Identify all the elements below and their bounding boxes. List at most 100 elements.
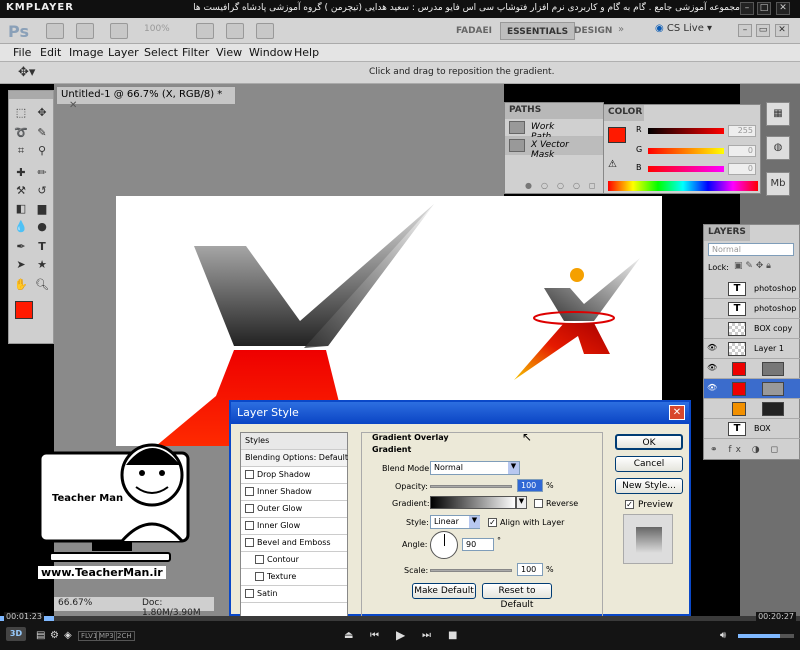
scale-slider[interactable]: [430, 569, 512, 572]
style-contour[interactable]: Contour: [241, 552, 347, 569]
more-workspaces-icon[interactable]: »: [618, 24, 624, 35]
menu-view[interactable]: View: [216, 46, 242, 59]
eye-icon[interactable]: 👁︎: [707, 383, 717, 393]
dropdown-arrow-icon[interactable]: ▼: [508, 462, 519, 474]
lasso-tool-icon[interactable]: ➰: [12, 125, 30, 141]
document-tab[interactable]: Untitled-1 @ 66.7% (X, RGB/8) * ✕: [56, 86, 236, 111]
move-tool-icon[interactable]: ✥▾: [18, 65, 35, 80]
zoom-tool-icon[interactable]: 🔍︎: [33, 277, 51, 293]
styles-header[interactable]: Styles: [241, 433, 347, 450]
ps-minimize-icon[interactable]: –: [738, 24, 752, 37]
document-close-icon[interactable]: ✕: [69, 100, 77, 111]
gradient-dropdown-icon[interactable]: ▼: [516, 496, 527, 509]
blending-options[interactable]: Blending Options: Default: [241, 450, 348, 467]
layer-row[interactable]: 👁︎ Layer 1: [704, 339, 800, 359]
dodge-tool-icon[interactable]: ●: [33, 219, 51, 235]
checkbox[interactable]: [245, 538, 254, 547]
style-bevel-emboss[interactable]: Bevel and Emboss: [241, 535, 347, 552]
path-x-vector-mask[interactable]: X Vector Mask: [505, 137, 603, 160]
stop-icon[interactable]: ■: [448, 630, 457, 641]
minimize-icon[interactable]: –: [740, 2, 754, 15]
menu-help[interactable]: Help: [294, 46, 319, 59]
bridge-icon[interactable]: [46, 23, 64, 39]
dock-3d-icon[interactable]: ◍: [766, 136, 790, 160]
layer-row[interactable]: BOX copy: [704, 319, 800, 339]
eyedropper-tool-icon[interactable]: ⚲: [33, 143, 51, 159]
healing-brush-icon[interactable]: ✚: [12, 165, 30, 181]
channel-g-slider[interactable]: [648, 148, 724, 154]
ps-close-icon[interactable]: ✕: [775, 24, 789, 37]
close-icon[interactable]: ✕: [776, 2, 790, 15]
style-satin[interactable]: Satin: [241, 586, 347, 603]
new-style-button[interactable]: New Style...: [615, 478, 683, 494]
path-work-path[interactable]: Work Path: [505, 119, 603, 142]
cs-live-button[interactable]: ◉ CS Live ▾: [655, 23, 712, 34]
style-texture[interactable]: Texture: [241, 569, 347, 586]
eject-icon[interactable]: ⏏: [344, 630, 353, 641]
tools-panel-grip[interactable]: [9, 91, 53, 99]
eraser-tool-icon[interactable]: ◧: [12, 201, 30, 217]
layer-row[interactable]: T photoshop: [704, 279, 800, 299]
preview-checkbox[interactable]: ✓: [625, 500, 634, 509]
channel-b-slider[interactable]: [648, 166, 724, 172]
checkbox[interactable]: [245, 470, 254, 479]
quick-select-tool-icon[interactable]: ✎: [33, 125, 51, 141]
channel-g-value[interactable]: 0: [728, 145, 756, 157]
ps-restore-icon[interactable]: ▭: [756, 24, 770, 37]
reset-default-button[interactable]: Reset to Default: [482, 583, 552, 610]
checkbox[interactable]: [245, 589, 254, 598]
move-tool-small-icon[interactable]: ✥: [33, 105, 51, 121]
checkbox[interactable]: [255, 555, 264, 564]
brush-tool-icon[interactable]: ✏: [33, 165, 51, 181]
view-extras-icon[interactable]: [110, 23, 128, 39]
opacity-slider[interactable]: [430, 485, 512, 488]
workspace-fadaei[interactable]: FADAEI: [450, 22, 498, 40]
marquee-tool-icon[interactable]: ⬚: [12, 105, 30, 121]
dialog-title-bar[interactable]: Layer Style ✕: [231, 402, 689, 424]
layer-row[interactable]: T photoshop: [704, 299, 800, 319]
cancel-button[interactable]: Cancel: [615, 456, 683, 472]
paths-footer-icons[interactable]: ●○○○◻: [525, 181, 605, 190]
layers-footer-icons[interactable]: ⚭ fx ◑ ◻: [710, 445, 782, 455]
eye-icon[interactable]: 👁︎: [707, 363, 717, 373]
hand-tool-small-icon[interactable]: ✋: [12, 277, 30, 293]
crop-tool-icon[interactable]: ⌗: [12, 143, 30, 159]
gamut-warning-icon[interactable]: ⚠: [608, 159, 617, 170]
checkbox[interactable]: [245, 521, 254, 530]
history-brush-icon[interactable]: ↺: [33, 183, 51, 199]
menu-edit[interactable]: Edit: [40, 46, 61, 59]
settings-gear-icon[interactable]: ⚙: [50, 630, 59, 641]
angle-dial[interactable]: [430, 531, 458, 559]
style-outer-glow[interactable]: Outer Glow: [241, 501, 347, 518]
style-drop-shadow[interactable]: Drop Shadow: [241, 467, 347, 484]
menu-layer[interactable]: Layer: [108, 46, 139, 59]
checkbox[interactable]: [245, 487, 254, 496]
dock-minibridge-icon[interactable]: Mb: [766, 172, 790, 196]
status-zoom[interactable]: 66.67%: [58, 598, 92, 608]
channel-b-value[interactable]: 0: [728, 163, 756, 175]
volume-icon[interactable]: 🔊︎: [720, 630, 726, 641]
hand-tool-icon[interactable]: [196, 23, 214, 39]
color-spectrum-bar[interactable]: [608, 181, 758, 191]
minibridge-icon[interactable]: [76, 23, 94, 39]
previous-icon[interactable]: ⏮: [370, 630, 379, 641]
zoom-select[interactable]: 100%: [144, 24, 184, 38]
menu-filter[interactable]: Filter: [182, 46, 209, 59]
menu-window[interactable]: Window: [249, 46, 292, 59]
layer-row[interactable]: 👁︎: [704, 359, 800, 379]
pen-tool-icon[interactable]: ✒: [12, 239, 30, 255]
eye-icon[interactable]: 👁︎: [707, 343, 717, 353]
color-foreground-swatch[interactable]: [608, 127, 626, 143]
workspace-design[interactable]: DESIGN: [568, 22, 618, 40]
play-icon[interactable]: ▶: [396, 628, 405, 642]
3d-button-icon[interactable]: 3D: [6, 627, 26, 641]
layer-row-selected[interactable]: 👁︎: [704, 379, 800, 399]
ok-button[interactable]: OK: [615, 434, 683, 450]
dialog-close-icon[interactable]: ✕: [669, 405, 685, 420]
layer-blend-mode[interactable]: Normal: [708, 243, 794, 256]
checkbox[interactable]: [255, 572, 264, 581]
gradient-picker[interactable]: [430, 496, 516, 509]
layer-row[interactable]: [704, 399, 800, 419]
angle-input[interactable]: 90: [462, 538, 494, 551]
dropdown-arrow-icon[interactable]: ▼: [469, 516, 480, 528]
